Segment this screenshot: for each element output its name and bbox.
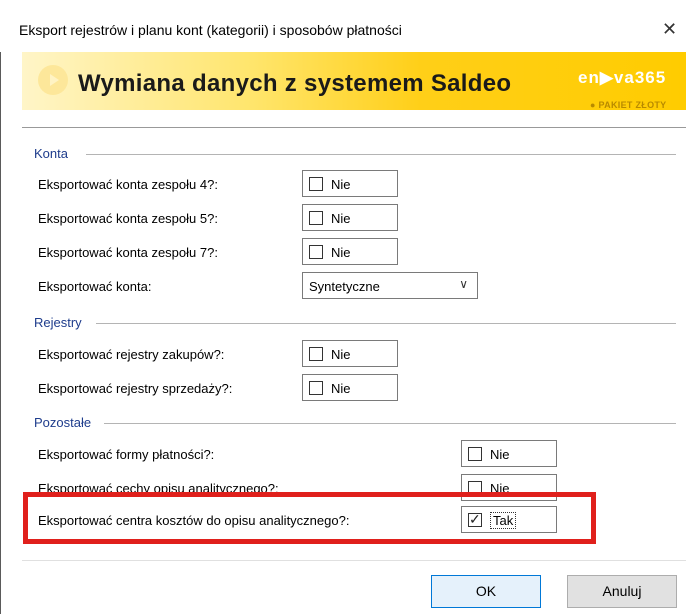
- banner-divider: [22, 127, 686, 128]
- field-konta5-label: Eksportować konta zespołu 5?:: [38, 211, 218, 226]
- chevron-down-icon[interactable]: ∨: [459, 277, 468, 291]
- field-konta-label: Eksportować konta:: [38, 279, 152, 294]
- title-bar: Eksport rejestrów i planu kont (kategori…: [0, 0, 686, 52]
- field-konta4-checkbox[interactable]: Nie: [302, 170, 398, 197]
- window-title: Eksport rejestrów i planu kont (kategori…: [19, 22, 402, 38]
- select-value: Syntetyczne: [309, 279, 380, 294]
- checkbox-icon[interactable]: [309, 211, 323, 225]
- footer-divider: [22, 560, 686, 561]
- field-zakupy-label: Eksportować rejestry zakupów?:: [38, 347, 225, 362]
- group-konta-label: Konta: [34, 146, 68, 161]
- banner-title: Wymiana danych z systemem Saldeo: [78, 70, 512, 97]
- field-sprzedaz-checkbox[interactable]: Nie: [302, 374, 398, 401]
- field-sprzedaz-label: Eksportować rejestry sprzedaży?:: [38, 381, 233, 396]
- window-left-edge: [0, 0, 1, 614]
- highlight-annotation: [23, 492, 596, 544]
- checkbox-value: Nie: [331, 347, 351, 362]
- play-logo-icon: [38, 65, 68, 95]
- group-pozostale-divider: [104, 423, 676, 424]
- close-icon[interactable]: ✕: [662, 19, 677, 40]
- field-formy-label: Eksportować formy płatności?:: [38, 447, 215, 462]
- group-rejestry-label: Rejestry: [34, 315, 82, 330]
- checkbox-value: Nie: [331, 381, 351, 396]
- group-pozostale-label: Pozostałe: [34, 415, 92, 430]
- checkbox-icon[interactable]: [309, 177, 323, 191]
- field-zakupy-checkbox[interactable]: Nie: [302, 340, 398, 367]
- field-konta4-label: Eksportować konta zespołu 4?:: [38, 177, 218, 192]
- field-konta7-label: Eksportować konta zespołu 7?:: [38, 245, 218, 260]
- checkbox-icon[interactable]: [468, 447, 482, 461]
- checkbox-icon[interactable]: [309, 347, 323, 361]
- checkbox-icon[interactable]: [309, 381, 323, 395]
- checkbox-value: Nie: [490, 447, 510, 462]
- group-konta-divider: [86, 154, 676, 155]
- package-label: ● PAKIET ZŁOTY: [590, 100, 667, 110]
- checkbox-icon[interactable]: [309, 245, 323, 259]
- checkbox-value: Nie: [331, 177, 351, 192]
- field-konta5-checkbox[interactable]: Nie: [302, 204, 398, 231]
- ok-button[interactable]: OK: [431, 575, 541, 608]
- field-konta7-checkbox[interactable]: Nie: [302, 238, 398, 265]
- konta-select[interactable]: Syntetyczne ∨: [302, 272, 478, 299]
- enova-logo: en▶va365: [578, 68, 667, 87]
- cancel-button[interactable]: Anuluj: [567, 575, 677, 608]
- checkbox-value: Nie: [331, 245, 351, 260]
- field-formy-checkbox[interactable]: Nie: [461, 440, 557, 467]
- checkbox-value: Nie: [331, 211, 351, 226]
- group-rejestry-divider: [96, 323, 676, 324]
